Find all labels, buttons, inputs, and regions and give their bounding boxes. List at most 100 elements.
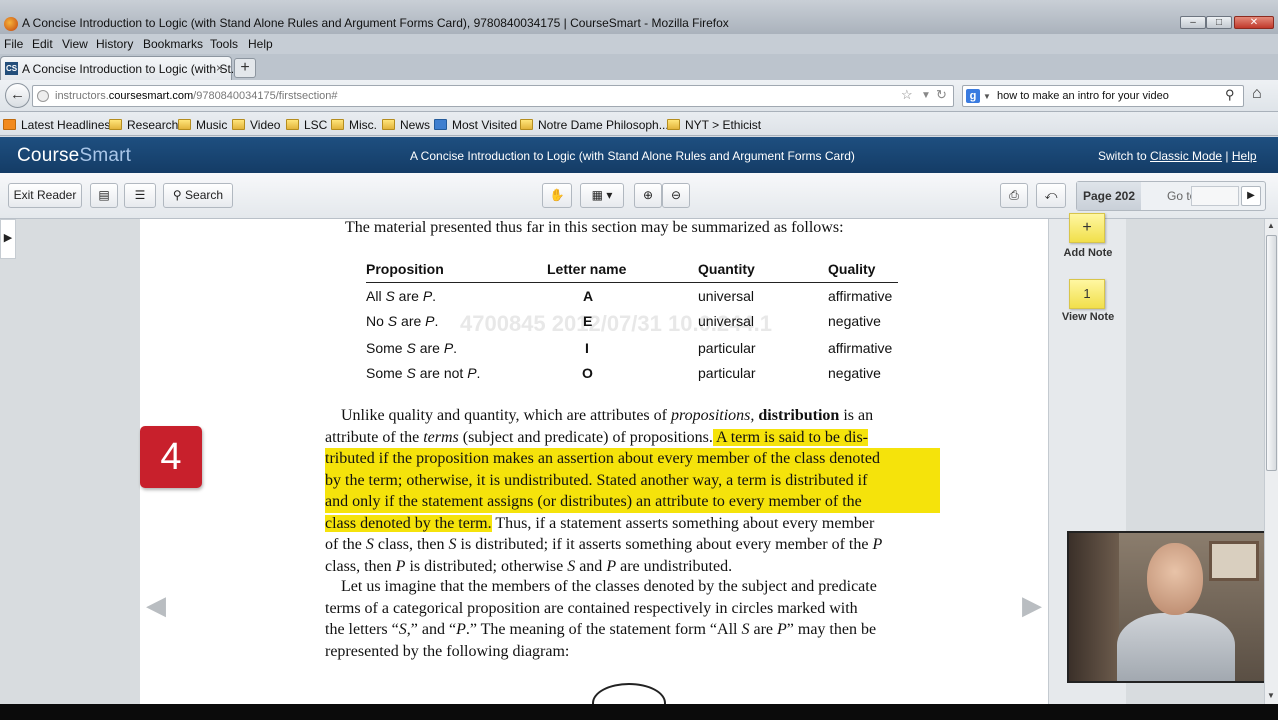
text-run: class, then [373, 536, 449, 553]
back-arrow-icon[interactable]: ← [5, 83, 30, 108]
highlighted-text[interactable]: and only if the statement assigns (or di… [325, 491, 940, 513]
search-engine-dropdown-icon[interactable]: ▼ [983, 92, 991, 101]
search-input[interactable]: how to make an intro for your video [997, 90, 1169, 102]
presenter-body [1117, 613, 1235, 681]
text-line: the letters “S,” and “P.” The meaning of… [325, 619, 940, 641]
url-bar[interactable]: instructors.coursesmart.com/978084003417… [32, 85, 954, 107]
prop-subject: S [387, 313, 398, 329]
bookmarks-toolbar: Latest Headlines Research Music Video LS… [0, 112, 1278, 136]
window-titlebar: A Concise Introduction to Logic (with St… [0, 0, 1278, 34]
vertical-scrollbar[interactable]: ▲ ▼ [1264, 219, 1278, 704]
menu-view[interactable]: View [62, 37, 88, 51]
minimize-button[interactable]: – [1180, 16, 1206, 29]
bookshelf [1069, 533, 1119, 681]
wall-picture [1209, 541, 1259, 581]
text-line: Unlike quality and quantity, which are a… [325, 405, 940, 427]
bookmark-label: Video [250, 118, 281, 132]
scrollbar-thumb[interactable] [1266, 235, 1277, 471]
prop-predicate: P [443, 340, 454, 356]
bookmark-research[interactable]: Research [109, 118, 178, 132]
tab-close-icon[interactable]: × [216, 61, 223, 75]
exit-reader-button[interactable]: Exit Reader [8, 183, 82, 208]
proposition-cell: All S are P. [366, 288, 436, 304]
layout-dropdown-icon[interactable]: ▦ ▾ [580, 183, 624, 208]
new-tab-button[interactable]: + [234, 58, 256, 78]
url-text[interactable]: instructors.coursesmart.com/978084003417… [55, 90, 338, 102]
url-dropdown-icon[interactable]: ▼ [921, 90, 931, 101]
search-button[interactable]: ⚲ Search [163, 183, 233, 208]
reload-icon[interactable]: ↻ [936, 87, 947, 103]
bookmark-misc[interactable]: Misc. [331, 118, 377, 132]
bookmark-video[interactable]: Video [232, 118, 280, 132]
coursesmart-logo[interactable]: CourseSmart [17, 145, 131, 167]
text-run: the letters “ [325, 621, 399, 638]
search-magnifier-icon[interactable]: ⚲ [1225, 87, 1235, 103]
view-note-icon[interactable]: 1 [1069, 279, 1105, 309]
menu-tools[interactable]: Tools [210, 37, 238, 51]
page-view-icon[interactable]: ▤ [90, 183, 118, 208]
webcam-overlay [1067, 531, 1270, 683]
search-label: Search [185, 188, 224, 202]
text-run: (subject and predicate) of propositions. [458, 428, 713, 446]
prop-text: Some [366, 340, 407, 356]
prop-text: No [366, 313, 388, 329]
table-row: No S are P. E universal negative [366, 313, 898, 339]
bookmark-most-visited[interactable]: Most Visited [434, 118, 517, 132]
highlighted-text[interactable]: class denoted by the term. [325, 514, 492, 532]
zoom-out-icon[interactable]: ⊖ [662, 183, 690, 208]
text-run: P [606, 557, 617, 575]
firefox-logo-icon [4, 17, 18, 31]
next-page-arrow-icon[interactable]: ▶ [1022, 590, 1042, 621]
menu-help[interactable]: Help [248, 37, 273, 51]
highlighted-text[interactable]: A term is said to be dis- [712, 428, 869, 446]
prop-text: All [366, 288, 386, 304]
site-identity-icon[interactable] [37, 90, 49, 102]
text-line: of the S class, then S is distributed; i… [325, 534, 940, 556]
add-note-label[interactable]: Add Note [1049, 247, 1127, 259]
bookmark-notre-dame[interactable]: Notre Dame Philosoph... [520, 118, 669, 132]
menu-bookmarks[interactable]: Bookmarks [143, 37, 203, 51]
highlighted-text[interactable]: by the term; otherwise, it is undistribu… [325, 469, 940, 491]
search-bar[interactable]: g ▼ how to make an intro for your video … [962, 85, 1244, 107]
menu-file[interactable]: File [4, 37, 23, 51]
classic-mode-link[interactable]: Classic Mode [1150, 149, 1222, 163]
quality-cell: affirmative [828, 288, 893, 304]
goto-page-input[interactable] [1191, 186, 1239, 206]
hand-tool-icon[interactable]: ✋ [542, 183, 572, 208]
quantity-cell: universal [698, 313, 755, 329]
quality-cell: negative [828, 313, 881, 329]
text-run: Unlike quality and quantity, which are a… [341, 407, 671, 424]
tab-coursesmart[interactable]: CS A Concise Introduction to Logic (with… [0, 56, 241, 80]
help-link[interactable]: Help [1232, 149, 1257, 163]
bookmark-latest-headlines[interactable]: Latest Headlines [3, 118, 110, 132]
scroll-up-icon[interactable]: ▲ [1267, 221, 1275, 230]
quantity-cell: particular [698, 365, 756, 381]
print-icon[interactable]: ⎙ [1000, 183, 1028, 208]
previous-page-arrow-icon[interactable]: ◀ [146, 590, 166, 621]
folder-icon [232, 119, 245, 130]
goto-arrow-icon[interactable]: ▶ [1241, 186, 1261, 206]
share-icon[interactable]: ⤺ [1036, 183, 1066, 208]
scroll-down-icon[interactable]: ▼ [1267, 691, 1275, 700]
bookmark-star-icon[interactable]: ☆ [901, 87, 913, 103]
highlighted-text[interactable]: tributed if the proposition makes an ass… [325, 448, 940, 470]
expand-sidebar-icon[interactable]: ▶ [0, 219, 16, 259]
menu-history[interactable]: History [96, 37, 133, 51]
close-window-button[interactable]: ✕ [1234, 16, 1274, 29]
search-engine-icon[interactable]: g [966, 89, 980, 103]
add-note-icon[interactable]: + [1069, 213, 1105, 243]
folder-icon [331, 119, 344, 130]
text-run: class, then [325, 557, 396, 575]
bookmark-lsc[interactable]: LSC [286, 118, 327, 132]
home-icon[interactable]: ⌂ [1252, 85, 1262, 103]
zoom-in-icon[interactable]: ⊕ [634, 183, 662, 208]
view-note-label[interactable]: View Note [1049, 311, 1127, 323]
menu-edit[interactable]: Edit [32, 37, 53, 51]
maximize-button[interactable]: □ [1206, 16, 1232, 29]
bookmark-news[interactable]: News [382, 118, 430, 132]
bookmark-music[interactable]: Music [178, 118, 227, 132]
table-of-contents-icon[interactable]: ☰ [124, 183, 156, 208]
mode-switch: Switch to Classic Mode | Help [1098, 149, 1257, 163]
prop-subject: S [385, 288, 395, 304]
bookmark-nyt-ethicist[interactable]: NYT > Ethicist [667, 118, 761, 132]
